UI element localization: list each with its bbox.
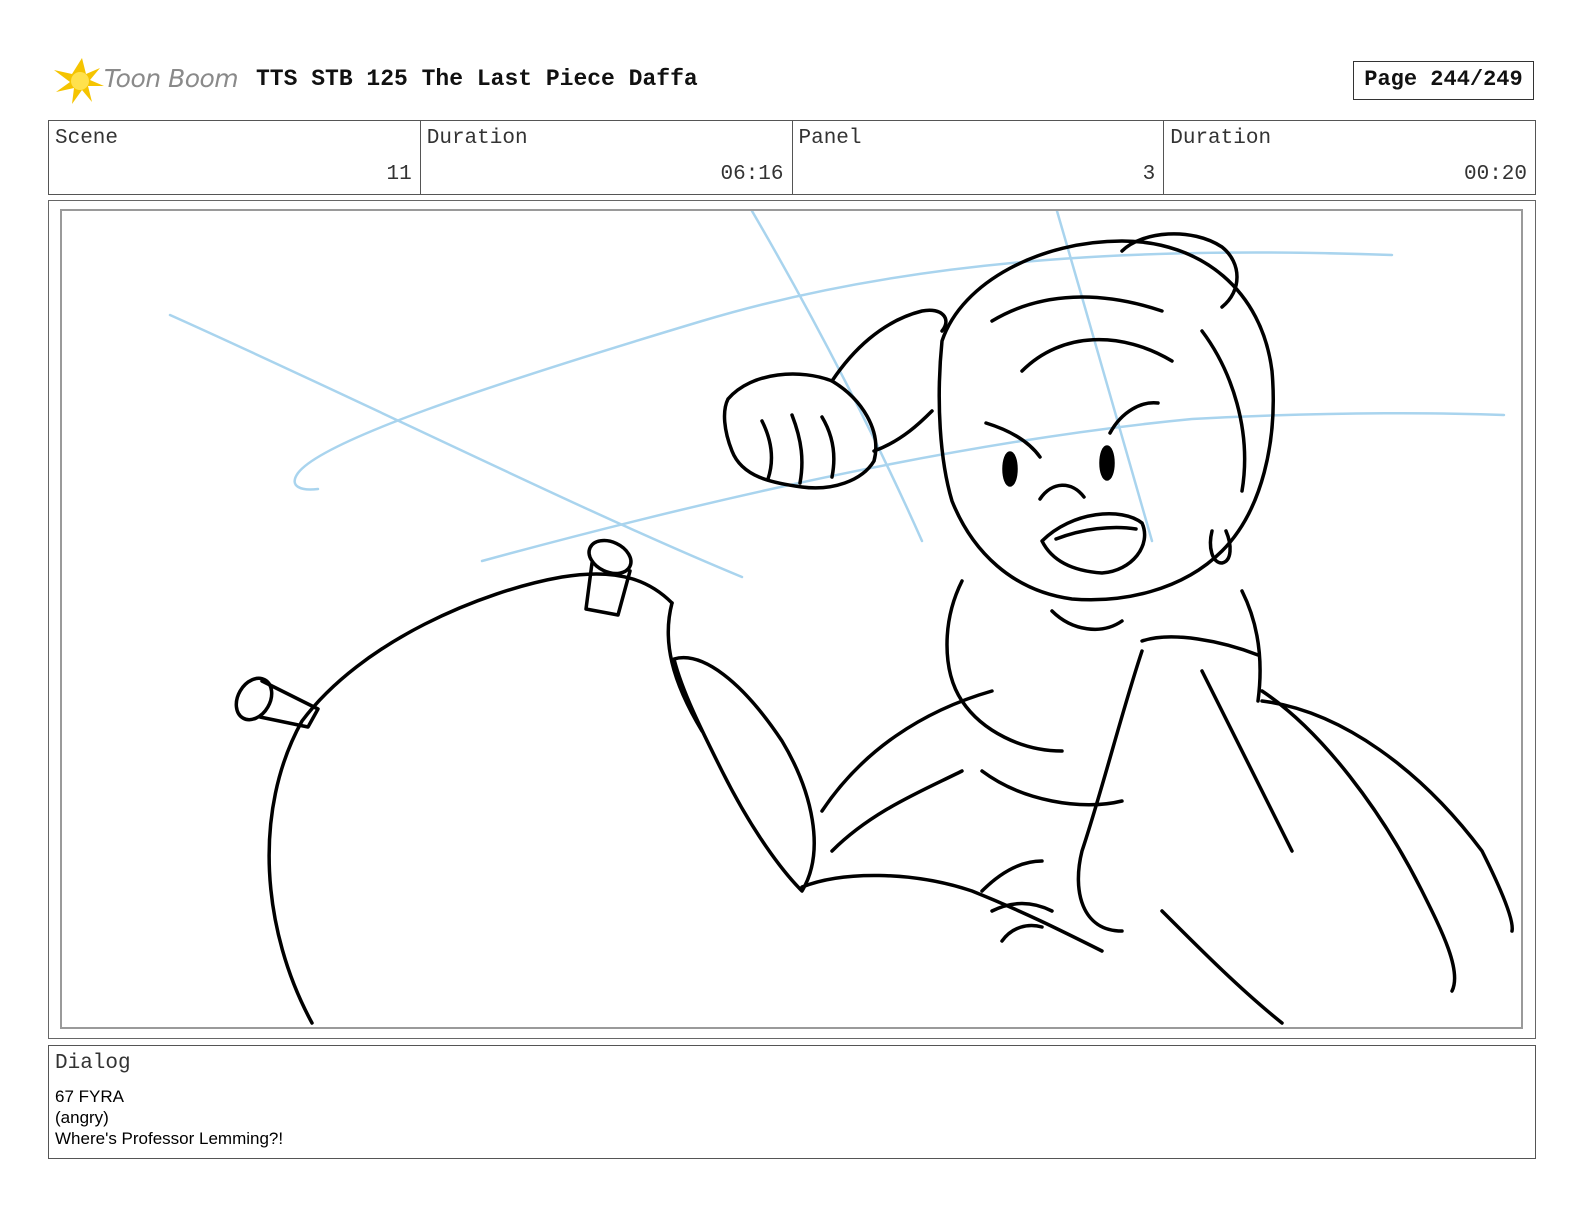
panel-duration-label: Duration — [1170, 127, 1272, 150]
left-eye — [1002, 451, 1018, 487]
panel-duration-cell: Duration 00:20 — [1164, 121, 1535, 194]
toon-boom-logo: Toon Boom — [52, 56, 242, 106]
arm-lower — [830, 769, 964, 853]
panel-value: 3 — [1142, 163, 1156, 186]
forearm — [830, 308, 948, 453]
sphere-outline — [267, 572, 674, 1025]
dialog-character: 67 FYRA — [55, 1087, 124, 1106]
starburst-icon — [54, 58, 104, 104]
hair-lines — [990, 295, 1247, 493]
construction-line — [293, 251, 1394, 491]
lower-leg — [1160, 909, 1284, 1025]
scene-duration-value: 06:16 — [720, 163, 784, 186]
panel-cell: Panel 3 — [793, 121, 1165, 194]
construction-line — [480, 411, 1506, 563]
scene-label: Scene — [55, 127, 119, 150]
nose — [1038, 483, 1086, 501]
fin-piece — [672, 656, 816, 893]
dialog-label: Dialog — [55, 1052, 131, 1075]
dialog-text: 67 FYRA (angry) Where's Professor Lemmin… — [55, 1086, 283, 1149]
fist-finger-lines — [760, 413, 836, 485]
scene-duration-cell: Duration 06:16 — [421, 121, 793, 194]
torso-left — [945, 579, 1064, 753]
sketch-drawing — [168, 211, 1514, 1025]
head-outline — [937, 239, 1275, 602]
storyboard-panel-image — [60, 209, 1523, 1029]
torso-right — [1240, 589, 1262, 703]
mouth — [1040, 512, 1147, 575]
dialog-line: Where's Professor Lemming?! — [55, 1129, 284, 1148]
dialog-parenthetical: (angry) — [55, 1108, 109, 1127]
storyboard-panel-frame — [48, 200, 1536, 1039]
panel-label: Panel — [798, 127, 862, 150]
skirt-flare — [1260, 699, 1514, 933]
panel-duration-value: 00:20 — [1463, 163, 1527, 186]
hair-bun — [1120, 232, 1239, 309]
mouth-teeth — [1054, 525, 1138, 541]
lower-bump — [800, 873, 1104, 953]
page-number: Page 244/249 — [1353, 61, 1534, 100]
chest-collar — [1050, 609, 1124, 632]
sphere-top-edge — [666, 601, 704, 733]
construction-line — [168, 313, 744, 579]
shoulder-right — [1140, 635, 1260, 657]
scene-value: 11 — [386, 163, 412, 186]
logo-wordmark: Toon Boom — [104, 64, 239, 93]
scene-cell: Scene 11 — [49, 121, 421, 194]
document-title: TTS STB 125 The Last Piece Daffa — [256, 66, 698, 92]
panel-info-row: Scene 11 Duration 06:16 Panel 3 Duration… — [48, 120, 1536, 195]
construction-line — [1055, 211, 1154, 543]
right-eye — [1099, 445, 1115, 481]
scene-duration-label: Duration — [426, 127, 528, 150]
dialog-box: Dialog 67 FYRA (angry) Where's Professor… — [48, 1045, 1536, 1159]
